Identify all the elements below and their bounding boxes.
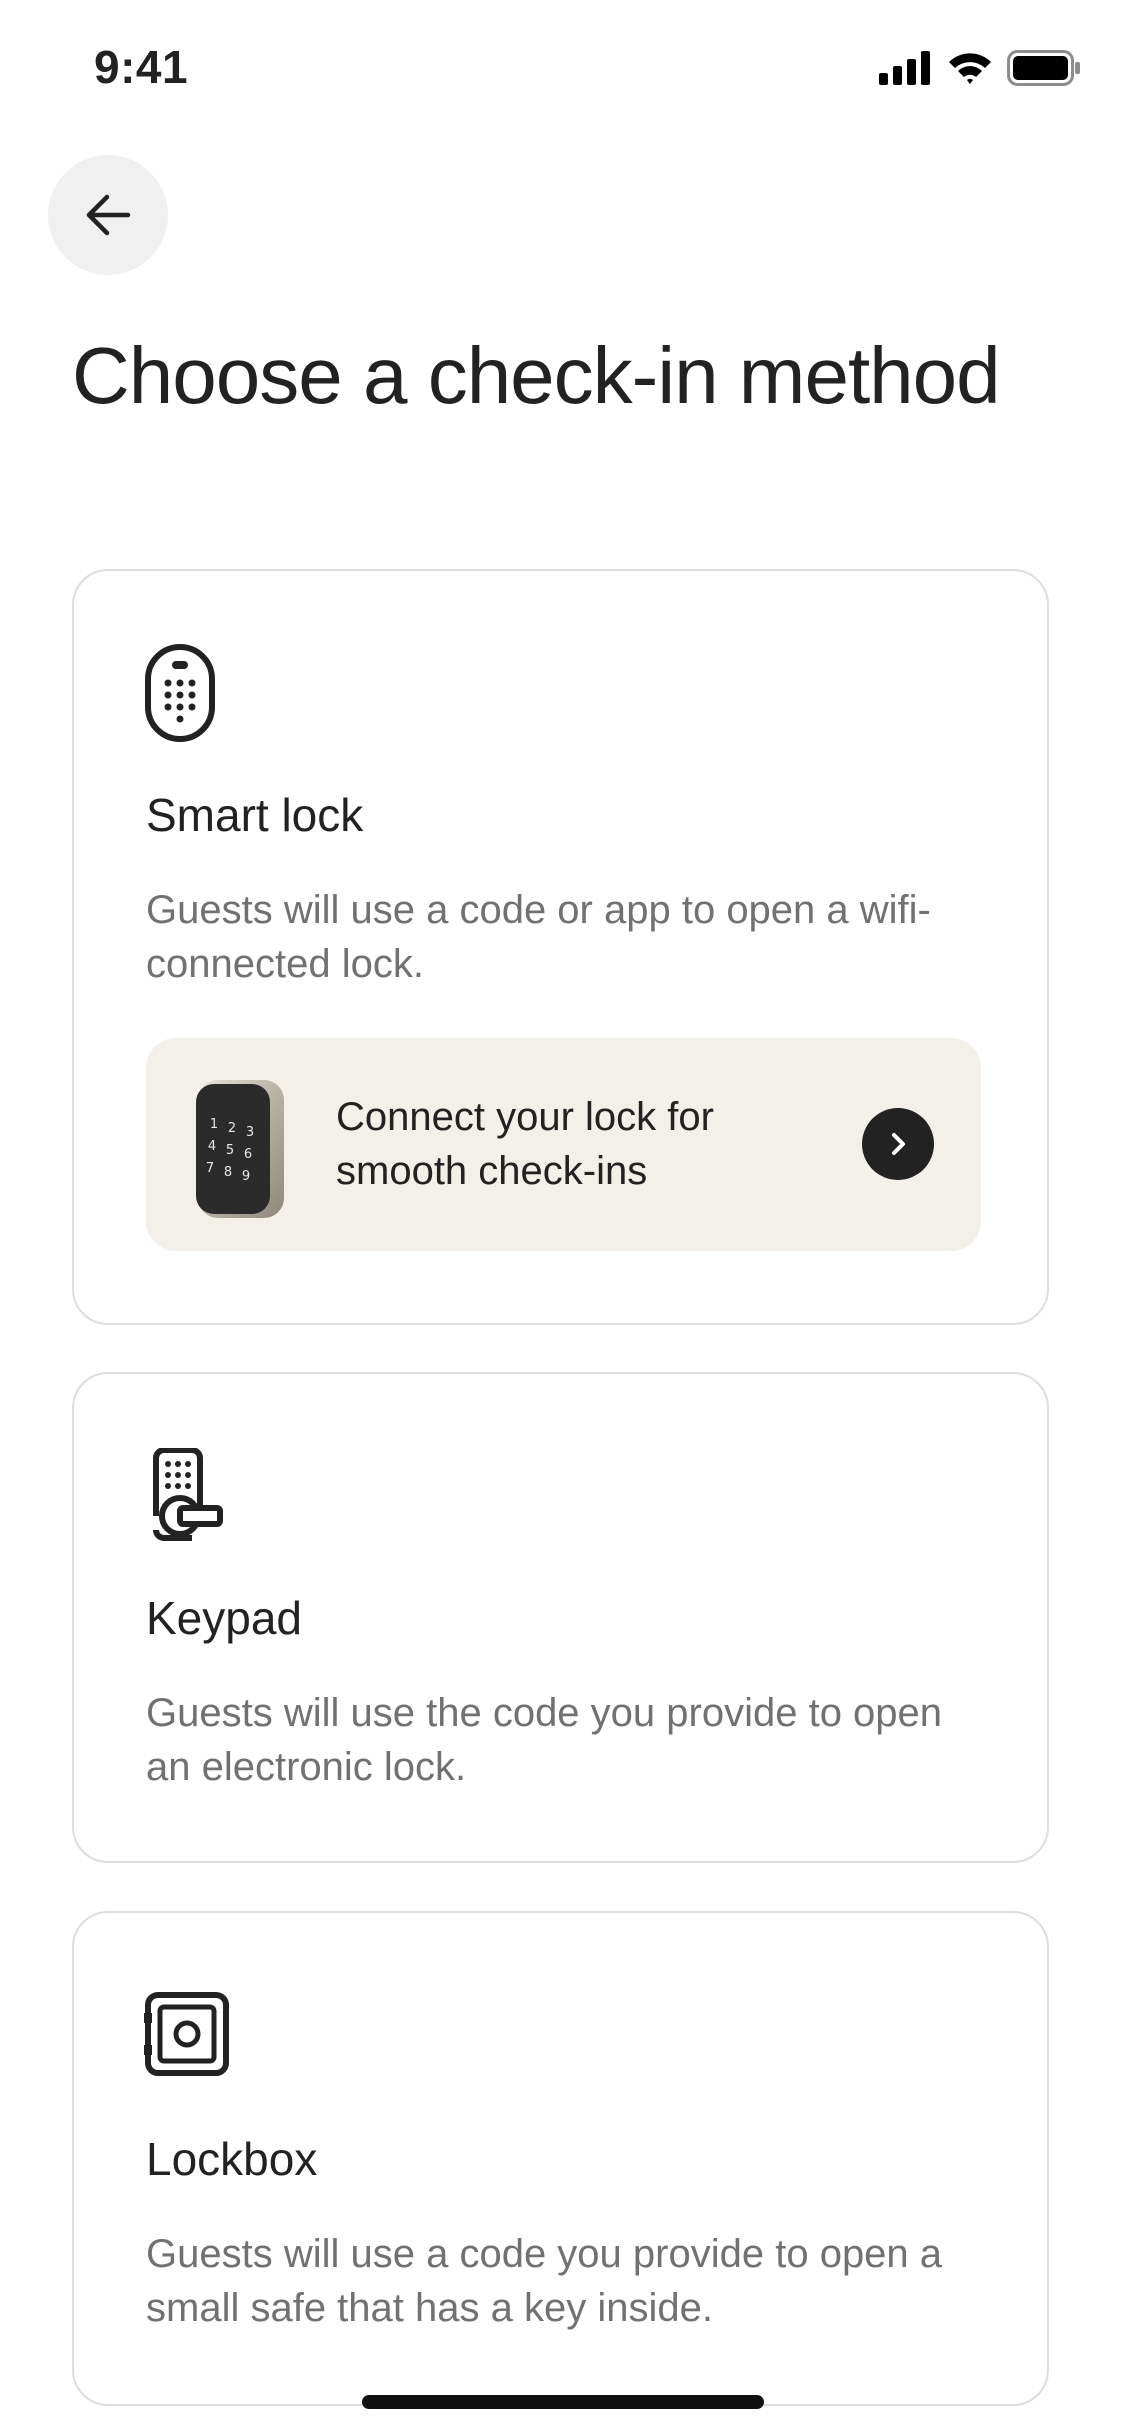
keypad-digit: 5 — [226, 1143, 234, 1158]
battery-icon — [1007, 50, 1080, 86]
smart-lock-icon — [145, 644, 215, 742]
status-icons — [879, 50, 1081, 86]
connect-lock-text: Connect your lock for smooth check-ins — [336, 1095, 714, 1193]
keypad-digit: 8 — [224, 1165, 232, 1180]
keypad-title: Keypad — [146, 1592, 303, 1644]
keypad-digit: 6 — [244, 1147, 252, 1162]
smart-lock-description: Guests will use a code or app to open a … — [146, 888, 931, 986]
lockbox-title: Lockbox — [146, 2133, 318, 2185]
status-time: 9:41 — [94, 41, 189, 93]
chevron-right-icon — [892, 1133, 905, 1155]
smart-lock-device-image: 1 2 3 4 5 6 7 8 9 — [196, 1080, 284, 1218]
cellular-signal-icon — [879, 51, 930, 85]
wifi-icon — [949, 53, 991, 84]
keypad-digit: 9 — [242, 1169, 250, 1184]
keypad-digit: 1 — [210, 1117, 218, 1132]
keypad-digit: 3 — [246, 1125, 254, 1140]
keypad-option-card[interactable]: Keypad Guests will use the code you prov… — [72, 1372, 1049, 1863]
keypad-description: Guests will use the code you provide to … — [146, 1691, 943, 1789]
back-button[interactable] — [48, 155, 168, 275]
status-bar: 9:41 — [0, 0, 1125, 140]
page-title: Choose a check-in method — [72, 331, 1001, 420]
lockbox-description: Guests will use a code you provide to op… — [146, 2232, 943, 2330]
lockbox-option-card[interactable]: Lockbox Guests will use a code you provi… — [72, 1911, 1049, 2406]
lockbox-icon — [144, 1992, 229, 2076]
home-indicator — [362, 2395, 764, 2409]
keypad-icon — [153, 1448, 223, 1541]
connect-lock-arrow-button[interactable] — [862, 1108, 934, 1180]
smart-lock-title: Smart lock — [146, 789, 364, 841]
keypad-digit: 4 — [208, 1139, 216, 1154]
keypad-digit: 7 — [206, 1161, 214, 1176]
arrow-left-icon — [86, 194, 131, 236]
keypad-digit: 2 — [228, 1121, 236, 1136]
connect-lock-banner[interactable]: 1 2 3 4 5 6 7 8 9 Connect your lock for … — [146, 1038, 981, 1251]
smart-lock-option-card[interactable]: Smart lock Guests will use a code or app… — [72, 569, 1049, 1325]
